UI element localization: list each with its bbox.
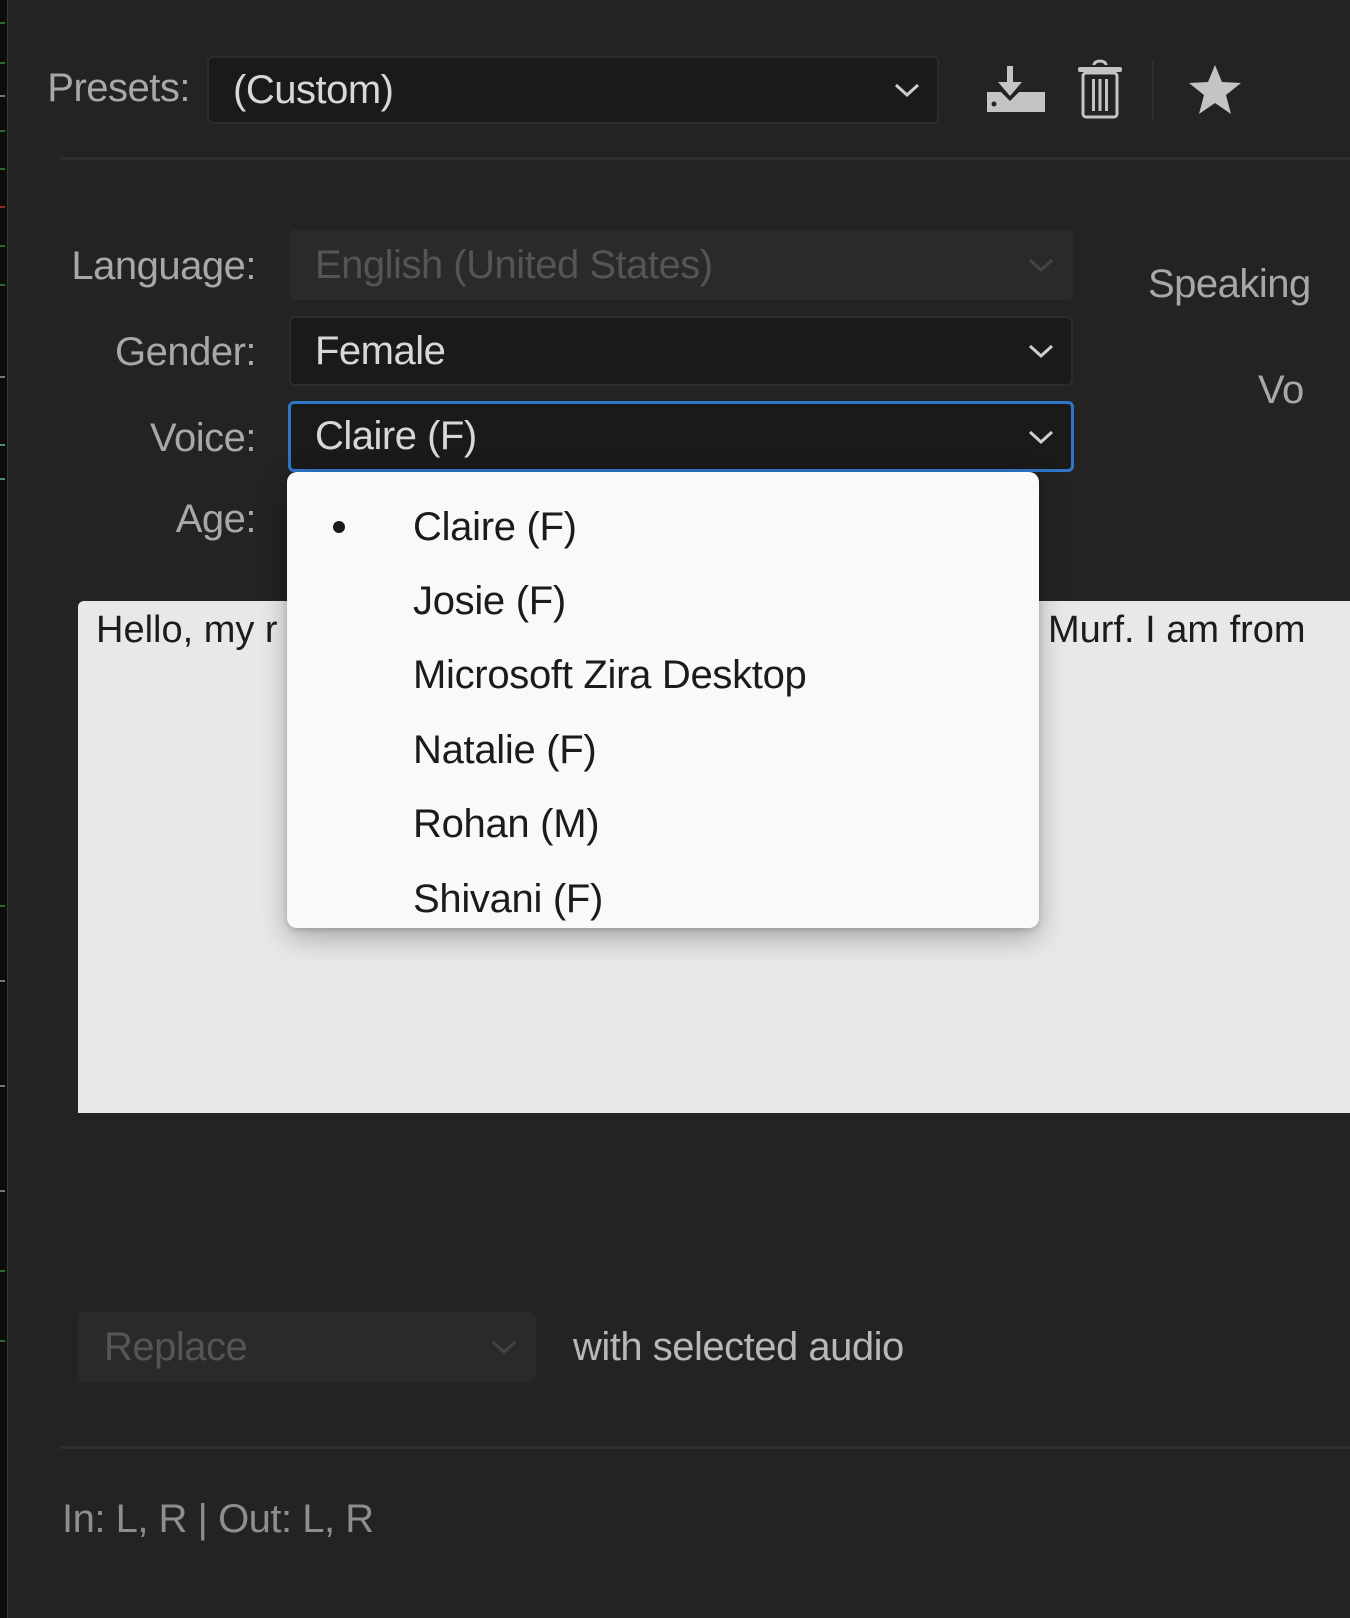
- gender-label: Gender:: [114, 330, 257, 374]
- output-mode-dropdown[interactable]: Replace: [78, 1312, 536, 1382]
- voice-option[interactable]: Josie (F): [287, 564, 1039, 638]
- voice-option[interactable]: Rohan (M): [287, 788, 1039, 862]
- header-divider: [60, 157, 1350, 160]
- meter-tick: [0, 245, 5, 247]
- voice-option-label: Claire (F): [413, 504, 577, 549]
- meter-tick: [0, 62, 5, 64]
- presets-label: Presets:: [47, 66, 190, 110]
- voice-option[interactable]: Natalie (F): [287, 713, 1039, 787]
- selected-bullet-icon: [333, 521, 345, 534]
- volume-label: Vo: [1258, 368, 1304, 412]
- language-value: English (United States): [315, 242, 713, 287]
- voice-option-label: Josie (F): [413, 579, 566, 624]
- voice-value: Claire (F): [315, 414, 477, 458]
- text-content-left: Hello, my r: [96, 609, 278, 651]
- meter-tick: [0, 95, 5, 97]
- meter-tick: [0, 130, 5, 132]
- voice-option[interactable]: Shivani (F): [287, 862, 1039, 936]
- language-label: Language:: [71, 244, 256, 288]
- meter-tick: [0, 206, 5, 208]
- presets-value: (Custom): [233, 67, 394, 112]
- voice-dropdown[interactable]: Claire (F): [288, 401, 1074, 472]
- level-meter-strip: [0, 0, 8, 1618]
- meter-tick: [0, 1190, 5, 1192]
- meter-tick: [0, 376, 5, 378]
- chevron-down-icon: [1011, 404, 1071, 469]
- star-icon: [1189, 65, 1241, 114]
- meter-tick: [0, 22, 5, 24]
- output-mode-suffix: with selected audio: [573, 1325, 904, 1369]
- meter-tick: [0, 905, 5, 907]
- meter-tick: [0, 1270, 5, 1272]
- voice-dropdown-menu: Claire (F) Josie (F) Microsoft Zira Desk…: [287, 472, 1039, 928]
- presets-dropdown[interactable]: (Custom): [207, 56, 939, 124]
- delete-preset-button[interactable]: [1073, 58, 1127, 122]
- footer-divider: [60, 1446, 1350, 1449]
- meter-tick: [0, 284, 5, 286]
- voice-label: Voice:: [150, 416, 256, 460]
- toolbar-separator: [1152, 60, 1154, 120]
- trash-icon: [1078, 59, 1122, 119]
- voice-option-label: Shivani (F): [413, 876, 604, 921]
- save-preset-icon: [987, 66, 1045, 112]
- language-dropdown[interactable]: English (United States): [289, 230, 1073, 300]
- save-preset-button[interactable]: [983, 60, 1049, 120]
- age-label: Age:: [175, 497, 257, 541]
- meter-tick: [0, 1340, 5, 1342]
- meter-tick: [0, 1085, 5, 1087]
- channel-routing-text: In: L, R | Out: L, R: [62, 1497, 374, 1541]
- output-mode-value: Replace: [104, 1324, 248, 1369]
- speaking-rate-label: Speaking: [1148, 262, 1311, 306]
- chevron-down-icon: [1011, 232, 1071, 298]
- meter-tick: [0, 444, 5, 446]
- voice-option-label: Rohan (M): [413, 802, 600, 847]
- voice-option[interactable]: Microsoft Zira Desktop: [287, 639, 1039, 713]
- text-content-right: Murf. I am from: [1048, 609, 1306, 651]
- meter-tick: [0, 168, 5, 170]
- meter-tick: [0, 478, 5, 480]
- voice-option-label: Microsoft Zira Desktop: [413, 653, 807, 698]
- voice-option-label: Natalie (F): [413, 727, 597, 772]
- chevron-down-icon: [474, 1314, 534, 1380]
- voice-option[interactable]: Claire (F): [287, 490, 1039, 564]
- meter-tick: [0, 980, 5, 982]
- gender-dropdown[interactable]: Female: [289, 316, 1073, 386]
- gender-value: Female: [315, 328, 446, 373]
- chevron-down-icon: [877, 58, 937, 122]
- favorite-preset-button[interactable]: [1184, 60, 1246, 120]
- chevron-down-icon: [1011, 318, 1071, 384]
